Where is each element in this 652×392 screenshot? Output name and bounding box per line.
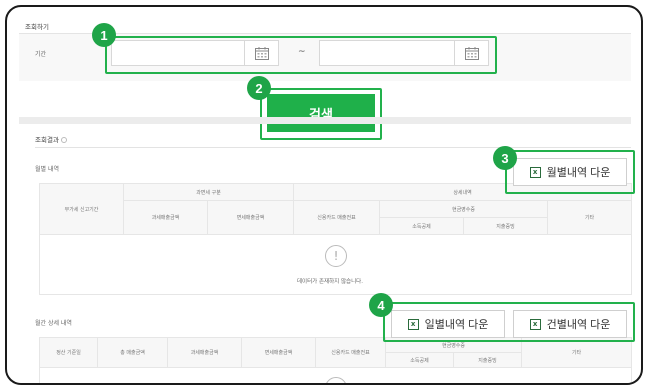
th-group-tax: 과면세 구분 <box>123 183 294 201</box>
th-credit-card: 신용카드 매출전표 <box>293 200 380 235</box>
callout-badge-2: 2 <box>247 76 271 100</box>
callout-badge-1: 1 <box>92 23 116 47</box>
th-detail-taxable: 과세매출금액 <box>167 337 242 368</box>
results-divider <box>35 147 631 148</box>
callout-search <box>260 88 382 140</box>
callout-date-range <box>105 36 497 74</box>
callout-monthly-download <box>505 150 635 194</box>
callout-badge-3: 3 <box>493 146 517 170</box>
results-title-text: 조회결과 <box>35 136 59 144</box>
callout-detail-download <box>383 302 635 342</box>
th-tax-free: 면세매출금액 <box>207 200 294 235</box>
th-period: 부가세 신고기간 <box>39 183 124 235</box>
monthly-title: 월별 내역 <box>35 166 59 173</box>
th-total-sales: 총 매출금액 <box>97 337 168 368</box>
th-expense-proof: 지출증빙 <box>463 217 548 235</box>
period-label: 기간 <box>35 51 47 58</box>
detail-title: 월간 상세 내역 <box>35 320 72 327</box>
screenshot-frame: 조회하기 기간 ~ 1 검색 2 조회결과 월별 내역 부가세 신고기간 과면세… <box>5 5 643 385</box>
page-content: 조회하기 기간 ~ 1 검색 2 조회결과 월별 내역 부가세 신고기간 과면세… <box>7 7 641 383</box>
section-divider <box>19 117 631 124</box>
exclamation-icon: ! <box>325 245 347 267</box>
th-taxable: 과세매출금액 <box>123 200 208 235</box>
info-icon <box>60 137 67 143</box>
search-section-title: 조회하기 <box>25 23 49 31</box>
th-detail-income-deduction: 소득공제 <box>385 352 454 368</box>
th-income-deduction: 소득공제 <box>379 217 464 235</box>
th-detail-other: 기타 <box>521 337 633 368</box>
th-detail-credit-card: 신용카드 매출전표 <box>315 337 386 368</box>
callout-badge-4: 4 <box>369 293 393 317</box>
th-group-cash: 현금영수증 <box>379 200 548 218</box>
results-title: 조회결과 <box>35 134 67 144</box>
th-settle-date: 정산 기준일 <box>39 337 98 368</box>
th-detail-tax-free: 면세매출금액 <box>241 337 316 368</box>
empty-message: 데이터가 존재하지 않습니다. <box>297 279 363 285</box>
th-other: 기타 <box>546 200 633 235</box>
th-detail-expense-proof: 지출증빙 <box>452 352 523 368</box>
